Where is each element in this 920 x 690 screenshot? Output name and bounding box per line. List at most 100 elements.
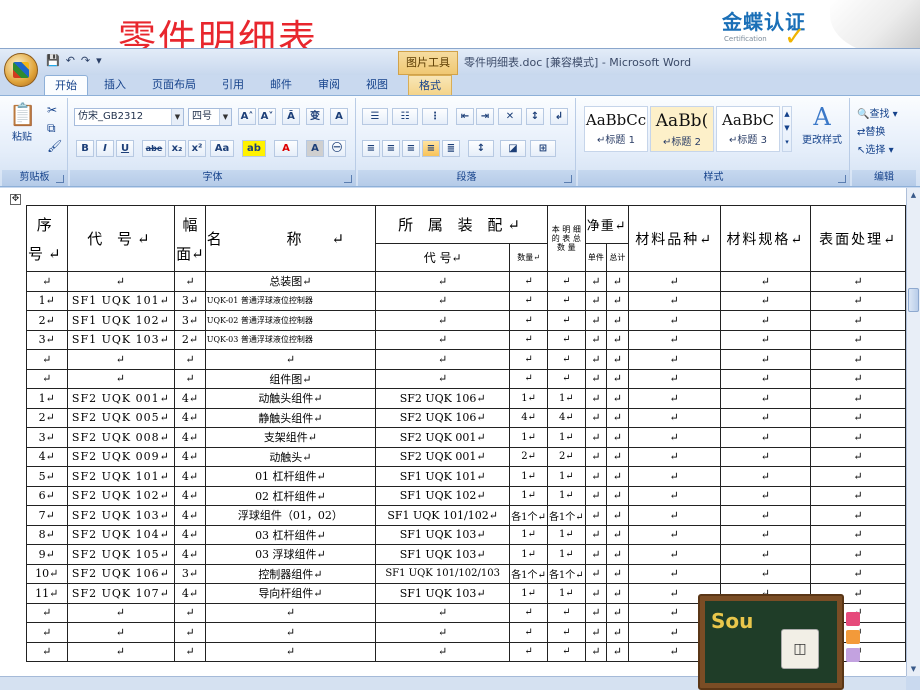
- clipboard-launcher-icon[interactable]: [56, 175, 64, 183]
- cell-w2[interactable]: ↵: [606, 505, 629, 526]
- cell-asm-code[interactable]: SF1 UQK 101↵: [375, 466, 511, 487]
- cell-spec[interactable]: ↵: [719, 329, 812, 350]
- cell-total[interactable]: 各1个↵: [546, 505, 586, 526]
- cell-w1[interactable]: ↵: [584, 466, 608, 487]
- cell-surf[interactable]: ↵: [810, 349, 906, 370]
- align-left-icon[interactable]: ≡: [362, 140, 380, 157]
- cell-asm-code[interactable]: ↵: [375, 329, 511, 350]
- cell-w2[interactable]: ↵: [606, 388, 629, 409]
- cell-total[interactable]: ↵: [546, 622, 586, 643]
- cell-seq[interactable]: 6↵: [26, 485, 68, 506]
- cell-seq[interactable]: 4↵: [26, 446, 68, 467]
- cell-total[interactable]: 1↵: [546, 427, 586, 448]
- cell-w2[interactable]: ↵: [606, 622, 629, 643]
- cell-code[interactable]: SF1 UQK 101↵: [66, 290, 176, 311]
- cell-surf[interactable]: ↵: [810, 368, 906, 389]
- cell-total[interactable]: 4↵: [546, 407, 586, 428]
- cell-code[interactable]: SF2 UQK 107↵: [66, 583, 176, 604]
- cell-total[interactable]: ↵: [546, 641, 586, 662]
- cell-name[interactable]: UQK-02 普通浮球液位控制器: [204, 310, 377, 331]
- bold-button[interactable]: B: [76, 140, 94, 157]
- cell-w2[interactable]: ↵: [606, 329, 629, 350]
- cell-seq[interactable]: 3↵: [26, 427, 68, 448]
- cell-total[interactable]: ↵: [546, 329, 586, 350]
- cell-w1[interactable]: ↵: [584, 388, 608, 409]
- cell-seq[interactable]: ↵: [26, 602, 68, 623]
- cell-seq[interactable]: ↵: [26, 641, 68, 662]
- cell-name[interactable]: 导向杆组件↵: [204, 583, 377, 604]
- cell-spec[interactable]: ↵: [719, 349, 812, 370]
- font-size-combo[interactable]: 四号 ▼: [188, 108, 232, 126]
- cell-w2[interactable]: ↵: [606, 446, 629, 467]
- cell-spec[interactable]: ↵: [719, 310, 812, 331]
- cell-asm-code[interactable]: ↵: [375, 349, 511, 370]
- cell-surf[interactable]: ↵: [810, 524, 906, 545]
- cell-mat[interactable]: ↵: [627, 466, 721, 487]
- cell-asm-qty[interactable]: ↵: [509, 290, 548, 311]
- cell-seq[interactable]: 9↵: [26, 544, 68, 565]
- cell-w1[interactable]: ↵: [584, 622, 608, 643]
- align-center-icon[interactable]: ≡: [382, 140, 400, 157]
- cell-surf[interactable]: ↵: [810, 310, 906, 331]
- numbering-icon[interactable]: ☷: [392, 108, 418, 125]
- cell-w2[interactable]: ↵: [606, 602, 629, 623]
- show-marks-icon[interactable]: ↲: [550, 108, 568, 125]
- highlight-icon[interactable]: ab: [242, 140, 266, 157]
- bullets-icon[interactable]: ☰: [362, 108, 388, 125]
- cell-surf[interactable]: ↵: [810, 329, 906, 350]
- cell-asm-code[interactable]: SF2 UQK 106↵: [375, 407, 511, 428]
- cell-asm-qty[interactable]: 1↵: [509, 427, 548, 448]
- line-spacing-icon[interactable]: ↕: [468, 140, 494, 157]
- cell-surf[interactable]: ↵: [810, 505, 906, 526]
- cell-mat[interactable]: ↵: [627, 349, 721, 370]
- sort-icon[interactable]: ↕: [526, 108, 544, 125]
- cell-code[interactable]: SF1 UQK 102↵: [66, 310, 176, 331]
- align-right-icon[interactable]: ≡: [402, 140, 420, 157]
- cell-seq[interactable]: 1↵: [26, 388, 68, 409]
- cell-surf[interactable]: ↵: [810, 407, 906, 428]
- cell-mat[interactable]: ↵: [627, 388, 721, 409]
- cell-name[interactable]: 03 浮球组件↵: [204, 544, 377, 565]
- font-launcher-icon[interactable]: [344, 175, 352, 183]
- cell-asm-code[interactable]: SF1 UQK 102↵: [375, 485, 511, 506]
- cell-sheet[interactable]: ↵: [174, 641, 206, 662]
- cell-name[interactable]: 静触头组件↵: [204, 407, 377, 428]
- cell-code[interactable]: SF2 UQK 104↵: [66, 524, 176, 545]
- cell-seq[interactable]: ↵: [26, 622, 68, 643]
- cell-code[interactable]: ↵: [66, 349, 176, 370]
- cell-total[interactable]: 各1个↵: [546, 563, 586, 584]
- cell-w2[interactable]: ↵: [606, 368, 629, 389]
- cell-mat[interactable]: ↵: [627, 271, 721, 292]
- cell-total[interactable]: 1↵: [546, 466, 586, 487]
- tab-mailings[interactable]: 邮件: [260, 75, 302, 95]
- cell-seq[interactable]: 11↵: [26, 583, 68, 604]
- cell-asm-code[interactable]: ↵: [375, 622, 511, 643]
- cell-asm-qty[interactable]: ↵: [509, 641, 548, 662]
- cell-sheet[interactable]: ↵: [174, 271, 206, 292]
- cell-mat[interactable]: ↵: [627, 329, 721, 350]
- cell-name[interactable]: 动触头↵: [204, 446, 377, 467]
- cell-asm-code[interactable]: ↵: [375, 602, 511, 623]
- cell-sheet[interactable]: 4↵: [174, 446, 206, 467]
- cell-surf[interactable]: ↵: [810, 388, 906, 409]
- change-styles-button[interactable]: A 更改样式: [796, 102, 848, 147]
- undo-icon[interactable]: ↶: [66, 54, 75, 67]
- scroll-down-icon[interactable]: ▼: [908, 664, 919, 674]
- cell-surf[interactable]: ↵: [810, 466, 906, 487]
- cell-mat[interactable]: ↵: [627, 563, 721, 584]
- cell-code[interactable]: ↵: [66, 622, 176, 643]
- clear-format-button[interactable]: Ā: [282, 108, 300, 125]
- cell-code[interactable]: SF2 UQK 101↵: [66, 466, 176, 487]
- cell-code[interactable]: ↵: [66, 271, 176, 292]
- cell-sheet[interactable]: ↵: [174, 602, 206, 623]
- asian-layout-icon[interactable]: ✕: [498, 108, 522, 125]
- replace-button[interactable]: ⇄替换: [856, 122, 886, 139]
- cell-w1[interactable]: ↵: [584, 544, 608, 565]
- decrease-indent-icon[interactable]: ⇤: [456, 108, 474, 125]
- select-button[interactable]: ↖选择 ▾: [856, 140, 895, 157]
- cell-spec[interactable]: ↵: [719, 407, 812, 428]
- cell-total[interactable]: ↵: [546, 368, 586, 389]
- customize-qat-icon[interactable]: ▾: [96, 54, 102, 67]
- cell-w2[interactable]: ↵: [606, 524, 629, 545]
- tab-home[interactable]: 开始: [44, 75, 88, 95]
